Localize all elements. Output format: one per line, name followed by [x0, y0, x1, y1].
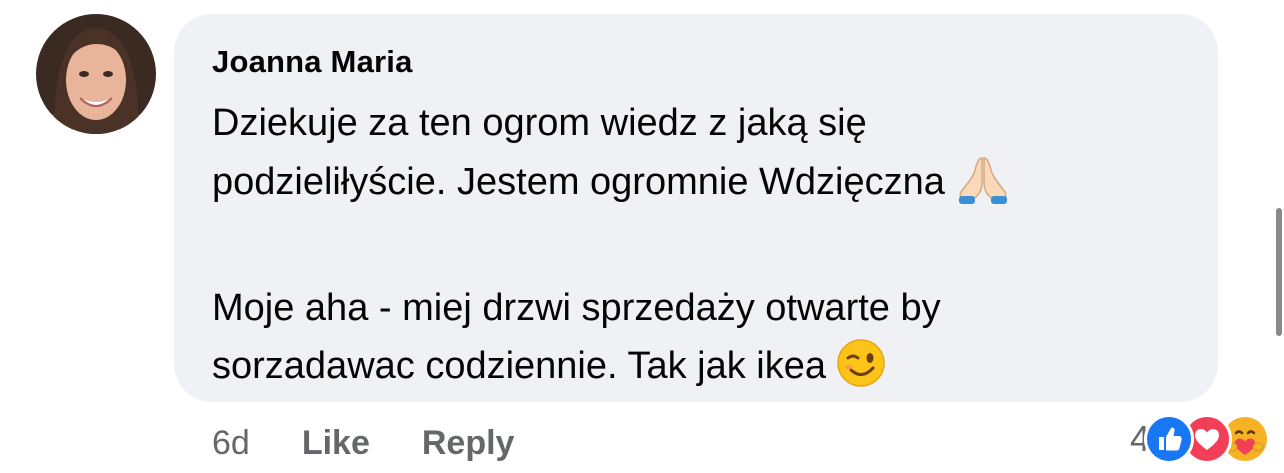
reply-button[interactable]: Reply — [422, 424, 515, 463]
comment-text-line-2-text: podzieliłyście. Jestem ogromnie Wdzięczn… — [212, 161, 945, 203]
avatar-image — [36, 14, 156, 134]
avatar[interactable] — [36, 14, 156, 134]
comment-text-line-4: sorzadawac codziennie. Tak jak ikea — [212, 337, 1182, 405]
scrollbar-thumb[interactable] — [1276, 208, 1282, 336]
comment-text-line-2: podzieliłyście. Jestem ogromnie Wdzięczn… — [212, 152, 1182, 221]
comment-bubble: Joanna Maria Dziekuje za ten ogrom wiedz… — [174, 14, 1218, 402]
folded-hands-emoji — [955, 152, 1011, 221]
comment-actions: 6d Like Reply — [212, 418, 566, 468]
comment-author[interactable]: Joanna Maria — [212, 42, 1182, 82]
like-reaction-icon — [1144, 414, 1194, 464]
reactions-summary[interactable]: 4 — [1130, 412, 1270, 466]
like-button[interactable]: Like — [302, 424, 370, 463]
comment-timestamp[interactable]: 6d — [212, 424, 250, 463]
winking-face-emoji — [836, 338, 886, 405]
comment-text-line-3: Moje aha - miej drzwi sprzedaży otwarte … — [212, 287, 941, 329]
comment-text-line-4-text: sorzadawac codziennie. Tak jak ikea — [212, 345, 826, 387]
comment-text-line-1: Dziekuje za ten ogrom wiedz z jaką się — [212, 102, 867, 144]
